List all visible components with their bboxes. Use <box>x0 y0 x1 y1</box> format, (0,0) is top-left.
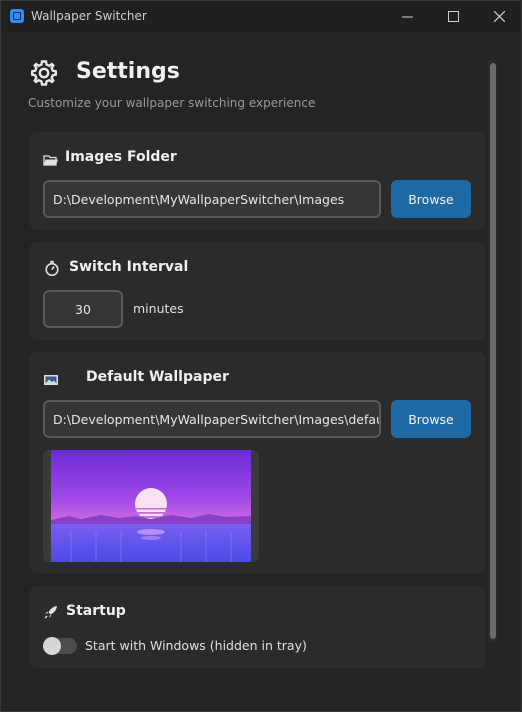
close-icon <box>493 11 505 22</box>
startup-title: Startup <box>66 603 126 619</box>
images-folder-card: Images Folder D:\Development\MyWallpaper… <box>29 132 486 230</box>
switch-interval-title: Switch Interval <box>69 259 189 275</box>
stopwatch-icon <box>45 260 59 276</box>
default-wallpaper-title: Default Wallpaper <box>86 369 229 385</box>
default-wallpaper-card: Default Wallpaper D:\Development\MyWallp… <box>29 352 486 573</box>
page-subtitle: Customize your wallpaper switching exper… <box>28 96 316 110</box>
images-folder-browse-button[interactable]: Browse <box>391 180 471 218</box>
start-with-windows-label[interactable]: Start with Windows (hidden in tray) <box>85 638 307 653</box>
gear-icon <box>31 60 57 86</box>
scrollbar-thumb[interactable] <box>490 63 496 639</box>
title-bar[interactable]: Wallpaper Switcher <box>1 1 521 32</box>
interval-minutes-input[interactable]: 30 <box>43 290 123 328</box>
page-title: Settings <box>76 59 180 84</box>
maximize-icon <box>447 11 459 22</box>
minimize-icon <box>401 16 413 18</box>
window-title: Wallpaper Switcher <box>31 9 147 23</box>
images-folder-title: Images Folder <box>65 149 177 165</box>
images-folder-path-input[interactable]: D:\Development\MyWallpaperSwitcher\Image… <box>43 180 381 218</box>
switch-interval-card: Switch Interval 30 minutes <box>29 242 486 340</box>
default-wallpaper-browse-button[interactable]: Browse <box>391 400 471 438</box>
toggle-knob <box>43 637 61 655</box>
folder-icon <box>43 155 58 166</box>
default-wallpaper-path-input[interactable]: D:\Development\MyWallpaperSwitcher\Image… <box>43 400 381 438</box>
interval-unit-label: minutes <box>133 301 184 316</box>
wallpaper-preview-image <box>51 450 251 562</box>
startup-card: Startup Start with Windows (hidden in tr… <box>29 586 486 668</box>
maximize-button[interactable] <box>430 1 476 32</box>
minimize-button[interactable] <box>384 1 430 32</box>
start-with-windows-toggle[interactable] <box>43 637 77 655</box>
app-icon <box>10 9 24 23</box>
close-button[interactable] <box>476 1 522 32</box>
picture-icon <box>44 375 58 385</box>
app-window: Wallpaper Switcher Settings Customize yo… <box>0 0 522 712</box>
wallpaper-preview-frame <box>43 450 259 562</box>
rocket-icon <box>44 606 57 619</box>
